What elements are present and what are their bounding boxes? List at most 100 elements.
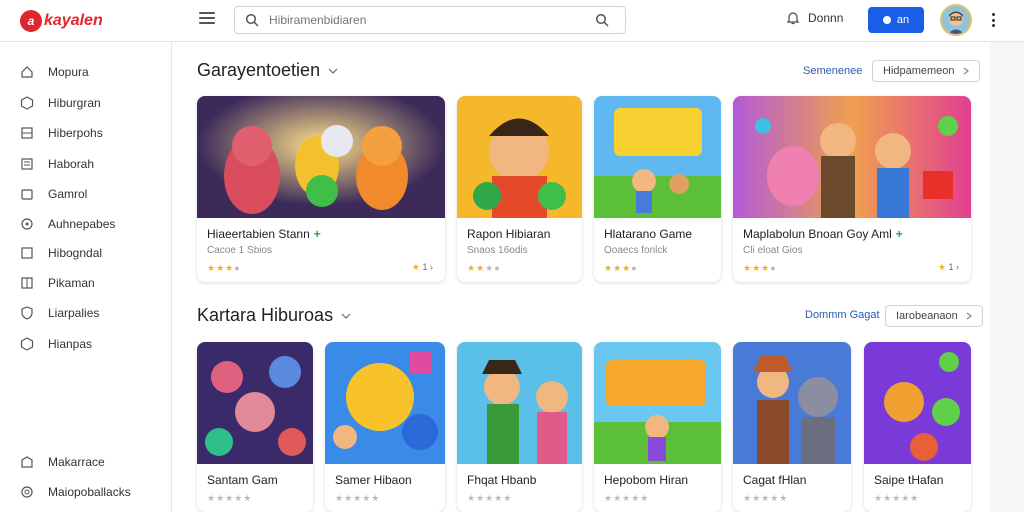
- notifications-button[interactable]: Donnn: [786, 11, 843, 25]
- star-rating: ★★★★★: [743, 493, 789, 503]
- section-title[interactable]: Garayentoetien: [197, 60, 338, 81]
- sidebar-item-9[interactable]: Liarpalies: [20, 303, 99, 323]
- game-card[interactable]: Hepobom Hiran ★★★★★: [594, 342, 721, 512]
- hexagon-icon: [20, 337, 34, 351]
- game-thumbnail: [197, 96, 445, 218]
- game-thumbnail: [733, 96, 971, 218]
- star-rating: ★★★●: [743, 263, 777, 273]
- game-thumbnail: [325, 342, 445, 464]
- star-icon: [21, 456, 33, 468]
- card-title: Maplabolun Bnoan Goy Aml +: [743, 227, 903, 241]
- game-card[interactable]: Santam Gam ★★★★★: [197, 342, 313, 512]
- section-title-text: Kartara Hiburoas: [197, 305, 334, 325]
- card-title: Hiaeertabien Stann +: [207, 227, 321, 241]
- sidebar-item-bottom-1[interactable]: Makarrace: [20, 452, 105, 472]
- avatar-face-icon: [942, 6, 970, 34]
- sidebar-item-label: Hianpas: [48, 337, 93, 351]
- star-rating: ★★★●: [467, 263, 501, 273]
- star-rating: ★★★★★: [335, 493, 381, 503]
- section-title[interactable]: Kartara Hiburoas: [197, 305, 351, 326]
- sidebar-item-label: Makarrace: [48, 455, 105, 469]
- app-logo[interactable]: a kayalen: [20, 8, 103, 34]
- chevron-down-icon: [328, 68, 338, 74]
- sidebar-item-3[interactable]: Hiberpohs: [20, 123, 103, 143]
- sidebar: Mopura Hiburgran Hiberpohs Haborah Gamro…: [0, 42, 172, 512]
- top-bar: a kayalen Donnn an: [0, 0, 1024, 42]
- game-card[interactable]: Rapon Hibiaran Snaos 16odis ★★★●: [457, 96, 582, 282]
- menu-icon[interactable]: [199, 12, 215, 26]
- game-card[interactable]: Hiaeertabien Stann + Cacoe 1 Sbios ★★★● ★…: [197, 96, 445, 282]
- game-card[interactable]: Hlatarano Game Ooaecs fonlck ★★★●: [594, 96, 721, 282]
- game-thumbnail: [457, 96, 582, 218]
- card-subtitle: Ooaecs fonlck: [604, 245, 668, 256]
- star-rating: ★★★●: [207, 263, 241, 273]
- avatar[interactable]: [940, 4, 972, 36]
- star-rating: ★★★★★: [604, 493, 650, 503]
- game-card[interactable]: Saipe tHafan ★★★★★: [864, 342, 971, 512]
- search-bar[interactable]: [234, 6, 626, 34]
- sidebar-item-1[interactable]: Mopura: [20, 62, 89, 82]
- game-card[interactable]: Fhqat Hbanb ★★★★★: [457, 342, 582, 512]
- sidebar-item-label: Haborah: [48, 157, 95, 171]
- gamepad-icon: [21, 189, 33, 200]
- game-thumbnail: [457, 342, 582, 464]
- chevron-right-icon: [966, 312, 972, 320]
- sidebar-item-4[interactable]: Haborah: [20, 154, 94, 174]
- hexagon-icon: [20, 96, 34, 110]
- game-card[interactable]: Cagat fHlan ★★★★★: [733, 342, 851, 512]
- grid-icon: [21, 127, 33, 139]
- list-icon: [21, 158, 33, 170]
- sidebar-item-6[interactable]: Auhnepabes: [20, 214, 115, 234]
- sidebar-item-label: Pikaman: [48, 276, 95, 290]
- sidebar-item-5[interactable]: Gamrol: [20, 184, 87, 204]
- card-title: Samer Hibaon: [335, 473, 412, 487]
- game-thumbnail: [197, 342, 313, 464]
- card-title: Santam Gam: [207, 473, 278, 487]
- chevron-down-icon: [341, 313, 351, 319]
- game-thumbnail: [733, 342, 851, 464]
- primary-action-label: an: [896, 14, 910, 26]
- card-title: Rapon Hibiaran: [467, 227, 551, 241]
- card-title: Cagat fHlan: [743, 473, 807, 487]
- scrollbar-track[interactable]: [990, 42, 1024, 512]
- card-subtitle: Snaos 16odis: [467, 245, 528, 256]
- sidebar-item-7[interactable]: Hibogndal: [20, 243, 102, 263]
- search-icon: [245, 13, 259, 27]
- home-icon: [21, 66, 33, 78]
- see-all-link[interactable]: Dommm Gagat: [805, 309, 880, 321]
- card-title: Hlatarano Game: [604, 227, 693, 241]
- search-submit-icon[interactable]: [595, 13, 609, 27]
- sidebar-item-10[interactable]: Hianpas: [20, 334, 92, 354]
- game-thumbnail: [864, 342, 971, 464]
- primary-action-button[interactable]: an: [868, 7, 924, 33]
- card-title: Fhqat Hbanb: [467, 473, 537, 487]
- game-card[interactable]: Samer Hibaon ★★★★★: [325, 342, 445, 512]
- game-card[interactable]: Maplabolun Bnoan Goy Aml + Cli eloat Gios…: [733, 96, 971, 282]
- sidebar-item-label: Gamrol: [48, 187, 88, 201]
- game-thumbnail: [594, 342, 721, 464]
- sidebar-item-label: Hiberpohs: [48, 126, 103, 140]
- logo-text: kayalen: [44, 12, 103, 29]
- logo-mark-icon: a: [20, 10, 42, 32]
- puzzle-icon: [21, 218, 33, 230]
- rating-chevron-icon: ★ 1 ›: [937, 262, 959, 272]
- notifications-label: Donnn: [808, 11, 844, 25]
- dot-icon: [882, 16, 891, 24]
- game-thumbnail: [594, 96, 721, 218]
- sidebar-item-label: Liarpalies: [48, 306, 100, 320]
- see-all-link[interactable]: Semenenee: [803, 65, 862, 77]
- filter-pill-label: Hidpamemeon: [883, 65, 955, 77]
- sidebar-item-8[interactable]: Pikaman: [20, 273, 95, 293]
- filter-pill[interactable]: Hidpamemeon: [872, 60, 980, 82]
- sidebar-item-bottom-2[interactable]: Maiopoballacks: [20, 482, 131, 502]
- card-title: Saipe tHafan: [874, 473, 944, 487]
- search-input[interactable]: [269, 13, 595, 27]
- more-options-icon[interactable]: [992, 13, 996, 27]
- star-rating: ★★★★★: [874, 493, 920, 503]
- sidebar-item-label: Hiburgran: [48, 96, 101, 110]
- card-title: Hepobom Hiran: [604, 473, 689, 487]
- tag-icon: [21, 247, 33, 259]
- sidebar-item-2[interactable]: Hiburgran: [20, 93, 101, 113]
- sidebar-item-label: Hibogndal: [48, 246, 103, 260]
- filter-pill[interactable]: Iarobeanaon: [885, 305, 983, 327]
